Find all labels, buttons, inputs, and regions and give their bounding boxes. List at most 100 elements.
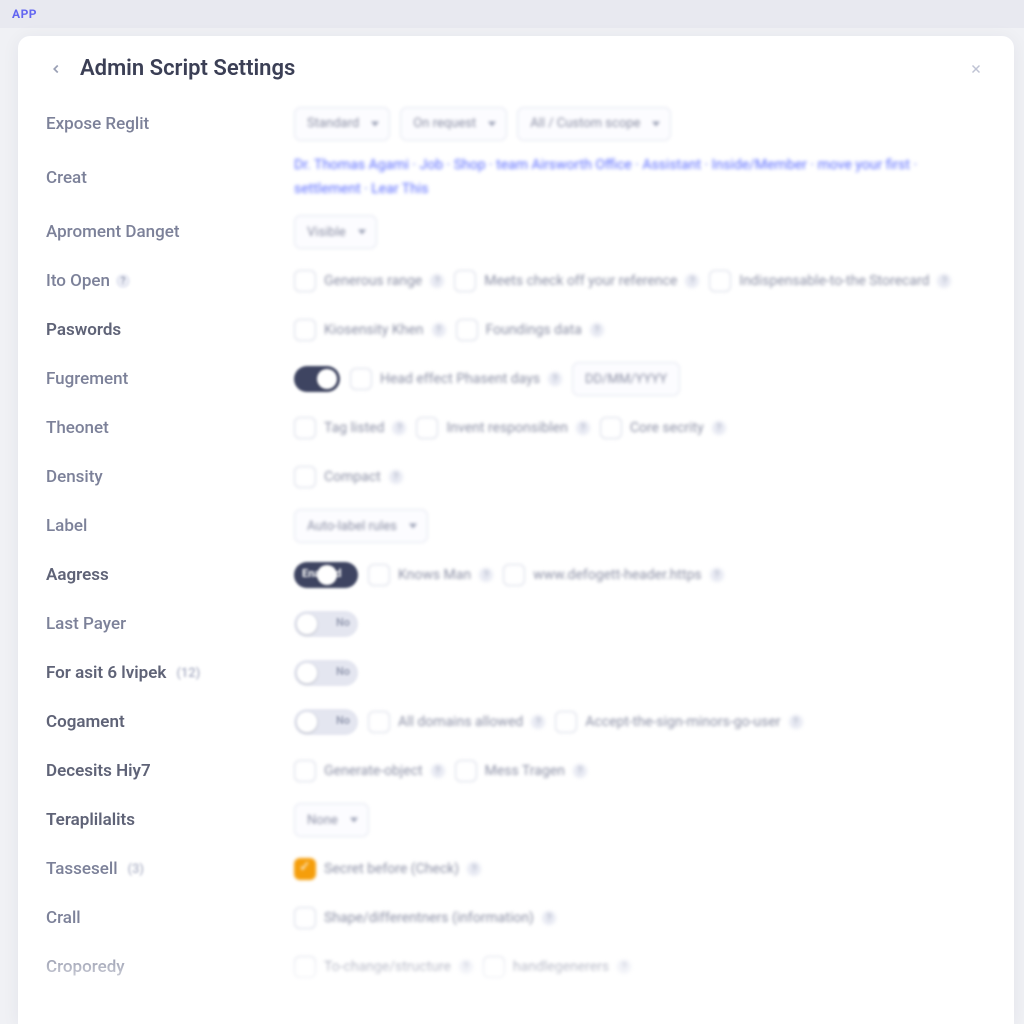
setting-controls: Shape/differentners (information)? [294,907,986,929]
help-icon[interactable]: ? [542,911,556,925]
setting-label: Tassesell(3) [46,859,294,879]
checkbox-icon [294,858,316,880]
toggle-switch[interactable]: No [294,660,358,686]
setting-controls: Secret before (Check)? [294,858,986,880]
help-icon[interactable]: ? [573,764,587,778]
checkbox-option[interactable]: All domains allowed? [368,711,545,733]
help-icon[interactable]: ? [531,715,545,729]
setting-row: Fugrement Head effect Phasent days? DD/MM/… [46,355,986,404]
checkbox-option[interactable]: Tag listed? [294,417,406,439]
setting-label: Last Payer [46,614,294,634]
help-icon[interactable]: ? [430,274,444,288]
checkbox-option[interactable]: Compact? [294,466,403,488]
select-input[interactable]: Visible [294,215,377,249]
setting-label: Teraplilalits [46,810,294,830]
setting-controls: No [294,660,986,686]
checkbox-icon [294,907,316,929]
setting-controls: No All domains allowed? Accept-the-sign-mi… [294,709,986,735]
checkbox-icon [600,417,622,439]
close-icon[interactable] [966,59,986,79]
checkbox-option[interactable]: Head effect Phasent days? [350,368,562,390]
toggle-switch[interactable]: Enabled [294,562,358,588]
checkbox-option[interactable]: Invent responsiblen? [416,417,589,439]
brand-label: APP [12,7,37,21]
checkbox-option[interactable]: Core secrity? [600,417,726,439]
help-icon[interactable]: ? [685,274,699,288]
help-icon[interactable]: ? [467,862,481,876]
setting-label: For asit 6 lvipek(12) [46,663,294,683]
setting-row: CreatDr. Thomas Agami · Job · Shop · tea… [46,148,986,208]
setting-label: Label [46,516,294,536]
setting-controls: None [294,803,986,837]
checkbox-option[interactable]: Kiosensity Khen? [294,319,446,341]
setting-controls: Visible [294,215,986,249]
checkbox-icon [709,270,731,292]
setting-label: Aproment Danget [46,222,294,242]
setting-label: Expose Reglit [46,114,294,134]
toggle-switch[interactable]: No [294,611,358,637]
help-icon[interactable]: ? [590,323,604,337]
setting-row: CrallShape/differentners (information)? [46,894,986,943]
settings-rows: Expose ReglitStandard On request All / Cus… [46,99,986,1024]
page-title: Admin Script Settings [80,56,295,81]
setting-label: Crall [46,908,294,928]
help-icon[interactable]: ? [479,568,493,582]
help-icon[interactable]: ? [710,568,724,582]
help-icon[interactable]: ? [392,421,406,435]
checkbox-icon [294,270,316,292]
help-icon[interactable]: ? [431,764,445,778]
setting-label: Ito Open? [46,271,294,291]
setting-label: Theonet [46,418,294,438]
checkbox-option[interactable]: Foundings data? [456,319,604,341]
setting-controls: No [294,611,986,637]
setting-label: Decesits Hiy7 [46,761,294,781]
checkbox-option[interactable]: Meets check off your reference? [454,270,699,292]
select-input[interactable]: None [294,803,369,837]
help-icon[interactable]: ? [712,421,726,435]
checkbox-icon [294,319,316,341]
setting-controls: Dr. Thomas Agami · Job · Shop · team Air… [294,154,986,202]
checkbox-icon [350,368,372,390]
help-icon[interactable]: ? [116,274,130,288]
setting-row: For asit 6 lvipek(12)No [46,649,986,698]
text-input[interactable]: DD/MM/YYYY [572,362,680,396]
setting-label: Fugrement [46,369,294,389]
setting-row: Ito Open?Generous range? Meets check off … [46,257,986,306]
setting-row: CogamentNoAll domains allowed?Accept-the… [46,698,986,747]
setting-controls: Generate-object? Mess Tragen? [294,760,986,782]
checkbox-option[interactable]: Generous range? [294,270,444,292]
checkbox-icon [555,711,577,733]
setting-controls: Auto-label rules [294,509,986,543]
help-icon[interactable]: ? [548,372,562,386]
help-icon[interactable]: ? [389,470,403,484]
toggle-switch[interactable]: No [294,709,358,735]
link-list[interactable]: Dr. Thomas Agami · Job · Shop · team Air… [294,154,986,202]
help-icon[interactable]: ? [789,715,803,729]
setting-row: PaswordsKiosensity Khen?Foundings data? [46,306,986,355]
help-icon[interactable]: ? [432,323,446,337]
select-input[interactable]: On request [400,107,507,141]
checkbox-option[interactable]: Shape/differentners (information)? [294,907,556,929]
checkbox-option[interactable]: Mess Tragen? [455,760,587,782]
select-input[interactable]: Auto-label rules [294,509,428,543]
select-input[interactable]: All / Custom scope [517,107,671,141]
setting-row: Expose ReglitStandard On request All / Cus… [46,99,986,148]
setting-controls: Standard On request All / Custom scope [294,107,986,141]
checkbox-option[interactable]: Indispensable-to-the Storecard? [709,270,951,292]
checkbox-option[interactable]: Secret before (Check)? [294,858,481,880]
select-input[interactable]: Standard [294,107,390,141]
settings-panel: Admin Script Settings Expose ReglitStand… [18,36,1014,1024]
setting-controls: Tag listed? Invent responsiblen? Core secr… [294,417,986,439]
toggle-switch[interactable] [294,366,340,392]
checkbox-option[interactable]: Knows Man? [368,564,493,586]
checkbox-option[interactable]: Accept-the-sign-minors-go-user? [555,711,802,733]
setting-row: TeraplilalitsNone [46,796,986,845]
checkbox-icon [294,466,316,488]
help-icon[interactable]: ? [937,274,951,288]
setting-label: Density [46,467,294,487]
checkbox-option[interactable]: www.defogett-header.https? [503,564,724,586]
checkbox-option[interactable]: Generate-object? [294,760,445,782]
back-icon[interactable] [46,59,66,79]
help-icon[interactable]: ? [576,421,590,435]
setting-row: LabelAuto-label rules [46,502,986,551]
